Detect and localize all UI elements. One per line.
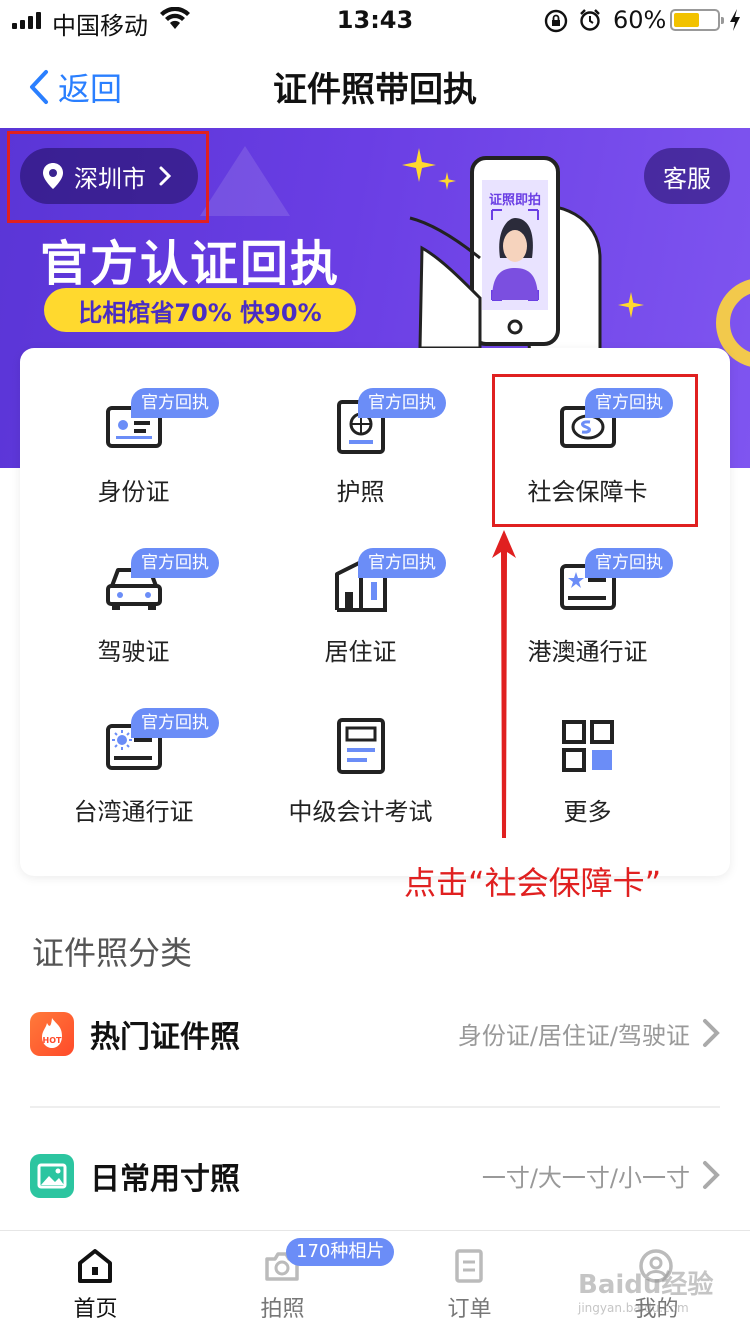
official-receipt-tag: 官方回执 — [585, 548, 673, 578]
tab-orders[interactable]: 订单 — [376, 1231, 563, 1334]
charging-icon — [728, 8, 742, 38]
tab-home[interactable]: 首页 — [2, 1231, 189, 1334]
category-title: 热门证件照 — [90, 1020, 240, 1055]
image-icon — [30, 1154, 74, 1198]
annotation-highlight-city — [7, 131, 209, 223]
service-passport[interactable]: 官方回执 护照 — [247, 348, 474, 508]
alarm-icon — [578, 8, 602, 38]
grid-more-icon — [558, 716, 618, 776]
official-receipt-tag: 官方回执 — [131, 388, 219, 418]
chevron-right-icon — [703, 1019, 720, 1047]
watermark-text: Baidu经验 — [578, 1270, 714, 1300]
tab-label: 首页 — [73, 1297, 118, 1322]
service-label: 中级会计考试 — [288, 798, 433, 826]
sparkle-icon — [402, 148, 436, 182]
category-hint: 身份证/居住证/驾驶证 — [457, 1022, 690, 1050]
customer-service-button[interactable]: 客服 — [644, 148, 730, 204]
orientation-lock-icon — [544, 9, 568, 39]
order-icon — [455, 1249, 483, 1283]
sparkle-icon — [438, 172, 456, 190]
annotation-arrow — [492, 530, 516, 838]
banner-headline: 官方认证回执 — [40, 236, 341, 292]
watermark: Baidu经验 jingyan.baidu.com — [578, 1264, 713, 1315]
annotation-highlight-box — [492, 374, 698, 527]
divider — [30, 1106, 720, 1108]
annotation-instruction: 点击“社会保障卡” — [404, 864, 662, 902]
category-hint: 一寸/大一寸/小一寸 — [481, 1164, 690, 1192]
service-driving-license[interactable]: 官方回执 驾驶证 — [20, 508, 247, 668]
official-receipt-tag: 官方回执 — [131, 708, 219, 738]
hot-icon: HOT — [30, 1012, 74, 1056]
service-label: 台湾通行证 — [73, 798, 194, 826]
section-title: 证件照分类 — [32, 934, 193, 972]
service-residence-permit[interactable]: 官方回执 居住证 — [247, 508, 474, 668]
official-receipt-tag: 官方回执 — [358, 548, 446, 578]
battery-fill — [674, 13, 699, 27]
home-icon — [78, 1249, 112, 1283]
watermark-sub: jingyan.baidu.com — [578, 1301, 689, 1315]
navigation-bar: 返回 证件照带回执 — [0, 40, 750, 128]
official-receipt-tag: 官方回执 — [358, 388, 446, 418]
status-bar: 中国移动 13:43 60% — [0, 0, 750, 40]
banner-subline: 比相馆省70% 快90% — [44, 288, 356, 332]
page-title: 证件照带回执 — [273, 70, 477, 110]
hot-icon-text: HOT — [43, 1036, 62, 1045]
official-receipt-tag: 官方回执 — [131, 548, 219, 578]
battery-percent: 60% — [613, 6, 667, 34]
service-label: 护照 — [336, 478, 385, 506]
category-daily-size-photos[interactable]: 日常用寸照 一寸/大一寸/小一寸 — [30, 1120, 720, 1220]
tab-label: 订单 — [447, 1297, 492, 1322]
category-hot-photos[interactable]: HOT 热门证件照 身份证/居住证/驾驶证 — [30, 978, 720, 1078]
battery-icon — [670, 9, 724, 31]
category-title: 日常用寸照 — [90, 1162, 240, 1197]
chevron-right-icon — [703, 1161, 720, 1189]
decorative-triangle — [200, 146, 290, 216]
service-taiwan-permit[interactable]: 官方回执 台湾通行证 — [20, 668, 247, 828]
sparkle-icon — [618, 292, 644, 318]
service-label: 身份证 — [97, 478, 170, 506]
service-accounting-exam[interactable]: 中级会计考试 — [247, 668, 474, 828]
service-label: 驾驶证 — [97, 638, 170, 666]
phone-caption: 证照即拍 — [489, 192, 541, 208]
service-label: 居住证 — [324, 638, 397, 666]
tab-badge: 170种相片 — [286, 1238, 395, 1266]
document-icon — [331, 716, 391, 776]
service-id-card[interactable]: 官方回执 身份证 — [20, 348, 247, 508]
tab-label: 拍照 — [260, 1297, 305, 1322]
